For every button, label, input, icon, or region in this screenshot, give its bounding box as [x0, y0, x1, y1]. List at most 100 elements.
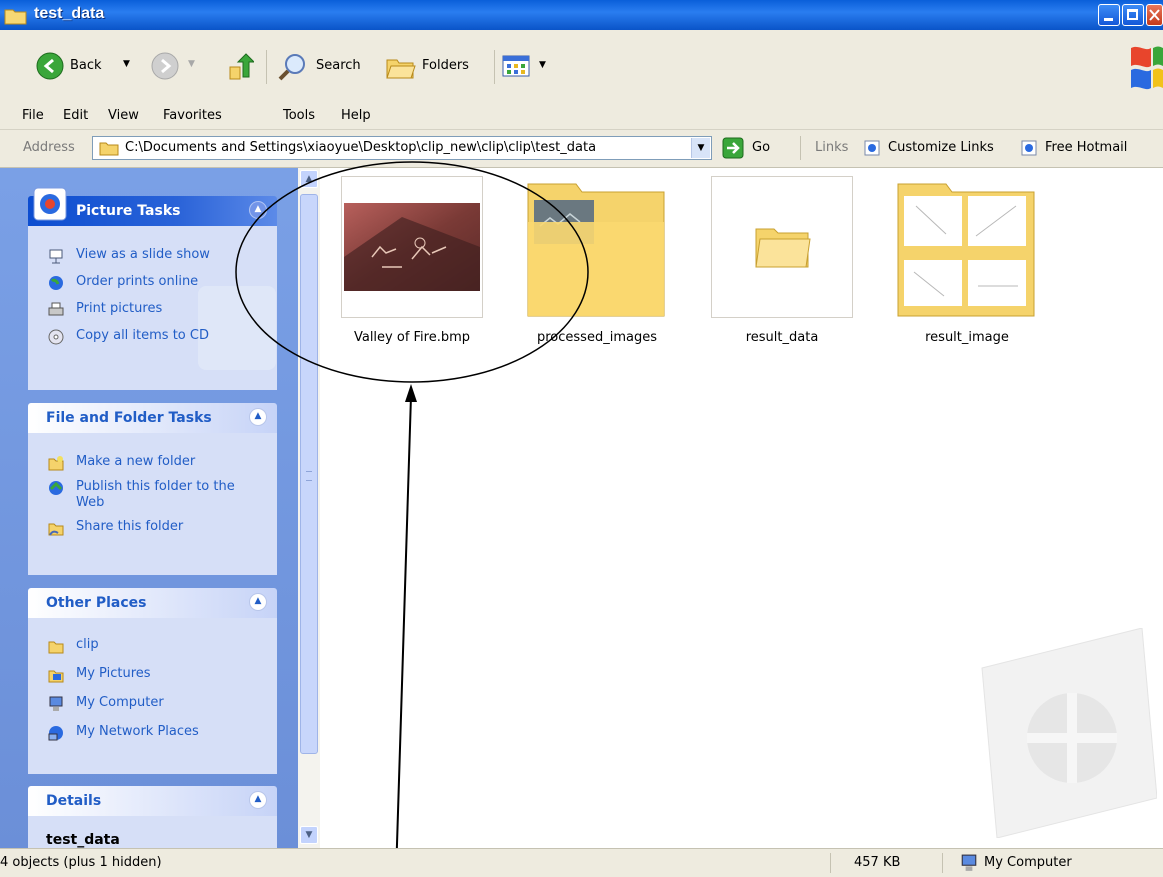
address-path: C:\Documents and Settings\xiaoyue\Deskto… [125, 140, 597, 155]
folder-item[interactable]: result_data [711, 176, 853, 345]
window-title: test_data [34, 5, 105, 22]
vertical-scrollbar[interactable]: ▲ ▼ [298, 168, 320, 848]
search-button[interactable]: Search [277, 52, 377, 82]
place-my-computer-label: My Computer [76, 695, 164, 710]
place-my-pictures-label: My Pictures [76, 666, 151, 681]
maximize-button[interactable] [1122, 4, 1144, 26]
back-button[interactable]: Back ▼ [36, 52, 154, 82]
grip-icon [306, 471, 312, 481]
menu-view[interactable]: View [108, 108, 139, 123]
status-location: My Computer [984, 855, 1072, 870]
address-bar: Address C:\Documents and Settings\xiaoyu… [0, 130, 1163, 168]
image-thumbnail [341, 176, 483, 318]
standard-toolbar: Back ▼ ▼ Search Folders ▼ [0, 30, 1163, 103]
scroll-up-button[interactable]: ▲ [300, 170, 318, 188]
address-field[interactable]: C:\Documents and Settings\xiaoyue\Deskto… [92, 136, 712, 160]
dropdown-arrow-icon: ▼ [539, 60, 546, 70]
link-free-hotmail-label: Free Hotmail [1045, 140, 1128, 155]
menu-help[interactable]: Help [341, 108, 371, 123]
windows-logo-icon [1131, 46, 1163, 90]
folders-icon [386, 59, 416, 79]
ie-page-icon [1021, 140, 1037, 156]
publish-folder-label: Publish this folder to the Web [76, 479, 235, 510]
menu-file[interactable]: File [22, 108, 44, 123]
link-free-hotmail[interactable]: Free Hotmail [1021, 138, 1151, 158]
share-folder-task[interactable]: Share this folder [28, 516, 277, 539]
folder-with-preview-icon [526, 176, 668, 318]
watermark-icon [972, 627, 1158, 839]
menu-edit[interactable]: Edit [63, 108, 88, 123]
slideshow-icon [49, 249, 63, 264]
forward-button[interactable]: ▼ [151, 52, 201, 82]
menu-tools[interactable]: Tools [283, 108, 315, 123]
collapse-chevron-icon[interactable]: ▲ [249, 408, 267, 426]
scroll-thumb[interactable] [300, 194, 318, 754]
file-folder-tasks-header[interactable]: File and Folder Tasks ▲ [28, 403, 277, 433]
print-pictures-task[interactable]: Print pictures [28, 298, 277, 321]
other-places-title: Other Places [46, 595, 147, 611]
other-places-header[interactable]: Other Places ▲ [28, 588, 277, 618]
other-places-body: clip My Pictures My Computer My Network … [28, 618, 277, 774]
other-places-panel: Other Places ▲ clip My Pictures My Compu… [28, 588, 277, 774]
title-bar[interactable]: test_data [0, 0, 1163, 30]
address-label: Address [23, 140, 75, 155]
minimize-button[interactable] [1098, 4, 1120, 26]
collapse-chevron-icon[interactable]: ▲ [249, 593, 267, 611]
place-clip[interactable]: clip [28, 634, 277, 657]
status-size: 457 KB [854, 855, 901, 870]
address-dropdown-button[interactable]: ▼ [691, 138, 710, 158]
go-arrow-icon [722, 137, 744, 159]
place-my-network-places[interactable]: My Network Places [28, 721, 277, 744]
dropdown-arrow-icon: ▼ [188, 59, 195, 69]
network-places-icon [48, 726, 63, 741]
publish-folder-task[interactable]: Publish this folder to the Web [28, 476, 277, 514]
place-my-pictures[interactable]: My Pictures [28, 663, 277, 686]
folders-button[interactable]: Folders [385, 52, 485, 82]
close-icon [1149, 9, 1160, 21]
file-folder-tasks-title: File and Folder Tasks [46, 410, 212, 426]
copy-to-cd-task[interactable]: Copy all items to CD [28, 325, 277, 348]
share-folder-label: Share this folder [76, 519, 184, 534]
collapse-chevron-icon[interactable]: ▲ [249, 791, 267, 809]
picture-tasks-body: View as a slide show Order prints online… [28, 226, 277, 390]
folder-icon [99, 142, 119, 156]
details-header[interactable]: Details ▲ [28, 786, 277, 816]
view-slide-show-label: View as a slide show [76, 247, 210, 262]
views-button[interactable]: ▼ [502, 54, 554, 80]
order-prints-task[interactable]: Order prints online [28, 271, 277, 294]
go-button[interactable]: Go [722, 137, 778, 159]
printer-icon [48, 302, 64, 316]
back-arrow-icon [36, 52, 64, 80]
folder-item[interactable]: processed_images [526, 176, 668, 345]
place-my-computer[interactable]: My Computer [28, 692, 277, 715]
file-folder-tasks-body: Make a new folder Publish this folder to… [28, 433, 277, 575]
file-folder-tasks-panel: File and Folder Tasks ▲ Make a new folde… [28, 403, 277, 575]
menu-bar: File Edit View Favorites Tools Help [0, 102, 1163, 130]
search-icon [278, 54, 305, 81]
links-label: Links [815, 140, 849, 155]
picture-tasks-icon [33, 187, 67, 221]
file-item[interactable]: Valley of Fire.bmp [341, 176, 483, 345]
share-folder-icon [48, 523, 64, 536]
minimize-icon [1104, 18, 1113, 21]
make-new-folder-task[interactable]: Make a new folder [28, 451, 277, 474]
collapse-chevron-icon[interactable]: ▲ [249, 201, 267, 219]
scroll-down-button[interactable]: ▼ [300, 826, 318, 844]
view-slide-show-task[interactable]: View as a slide show [28, 244, 277, 267]
up-folder-icon[interactable] [228, 53, 254, 81]
dropdown-arrow-icon: ▼ [123, 59, 130, 69]
folder-item[interactable]: result_image [896, 176, 1038, 345]
details-title: Details [46, 793, 102, 809]
folder-icon [48, 641, 64, 654]
picture-tasks-header[interactable]: Picture Tasks ▲ [28, 187, 277, 226]
my-pictures-icon [48, 670, 64, 683]
my-computer-icon [961, 854, 977, 871]
menu-favorites[interactable]: Favorites [163, 108, 222, 123]
close-button[interactable] [1146, 4, 1163, 26]
pointer-arrow-line [395, 395, 412, 876]
publish-web-icon [49, 481, 63, 495]
file-name: Valley of Fire.bmp [353, 330, 471, 345]
folder-name: processed_images [537, 330, 657, 345]
link-customize-links[interactable]: Customize Links [864, 138, 1004, 158]
folders-label: Folders [422, 58, 469, 73]
